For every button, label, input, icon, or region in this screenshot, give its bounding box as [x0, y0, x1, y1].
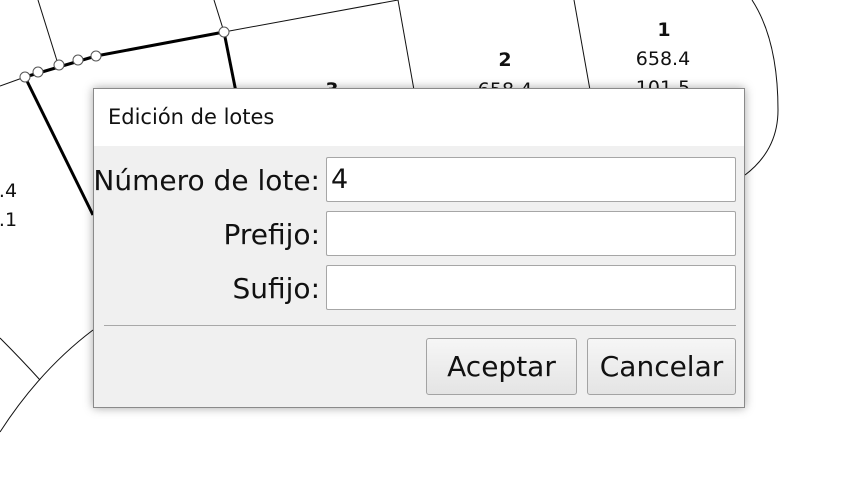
suffix-label: Sufijo:: [232, 272, 321, 305]
parcel-curve: [0, 329, 94, 433]
lot-number-label: Número de lote:: [93, 164, 320, 197]
lot-2-number: 2: [498, 49, 512, 71]
selected-boundary: [222, 31, 238, 93]
parcel-line: [397, 0, 415, 91]
vertex-handle[interactable]: [53, 59, 65, 71]
lot-edit-dialog: Edición de lotes Número de lote: Prefijo…: [93, 88, 745, 408]
parcel-line: [573, 0, 591, 91]
dialog-title: Edición de lotes: [108, 105, 275, 129]
vertex-handle[interactable]: [19, 71, 31, 83]
selected-boundary: [23, 76, 95, 216]
cancel-button[interactable]: Cancelar: [587, 338, 736, 395]
accept-button[interactable]: Aceptar: [426, 338, 577, 395]
prefix-label: Prefijo:: [223, 218, 321, 251]
parcel-curve: [744, 0, 779, 176]
parcel-curve: [0, 337, 41, 381]
lot-number-input[interactable]: [326, 157, 736, 202]
vertex-handle[interactable]: [218, 26, 230, 38]
selected-boundary: [95, 30, 225, 58]
vertex-handle[interactable]: [32, 66, 44, 78]
suffix-input[interactable]: [326, 265, 736, 310]
dialog-separator: [104, 325, 736, 326]
dialog-titlebar[interactable]: Edición de lotes: [94, 89, 744, 146]
lot-partial-value-1: .4: [0, 180, 18, 202]
lot-1-number: 1: [657, 19, 671, 41]
parcel-line: [37, 0, 59, 65]
prefix-input[interactable]: [326, 211, 736, 256]
vertex-handle[interactable]: [90, 50, 102, 62]
lot-1-value-1: 658.4: [635, 48, 691, 70]
parcel-line: [223, 0, 399, 33]
vertex-handle[interactable]: [72, 54, 84, 66]
lot-partial-value-2: .1: [0, 209, 18, 231]
